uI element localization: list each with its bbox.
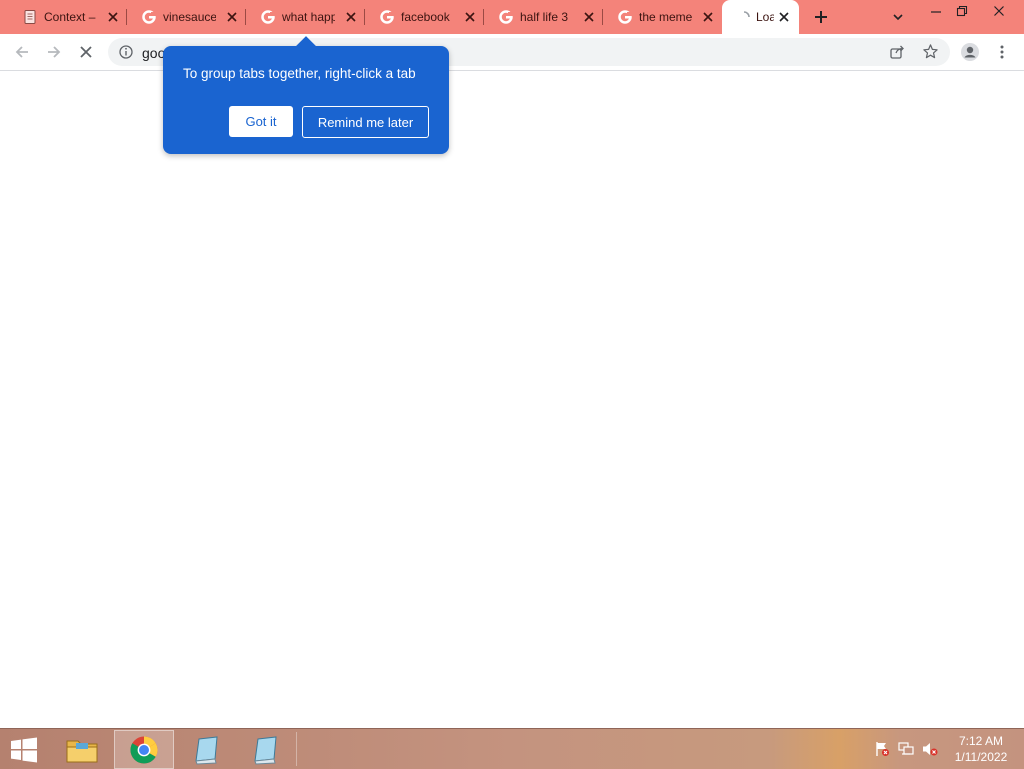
browser-toolbar: goo <box>0 34 1024 71</box>
google-icon <box>261 10 275 24</box>
arrow-right-icon <box>48 46 61 58</box>
close-icon[interactable] <box>460 7 480 27</box>
tab-title: half life 3 <box>520 10 569 24</box>
more-vert-icon <box>1000 45 1004 59</box>
chrome-icon <box>130 736 158 764</box>
google-icon <box>380 10 394 24</box>
close-icon <box>994 6 1004 16</box>
taskbar-clock[interactable]: 7:12 AM 1/11/2022 <box>950 733 1012 765</box>
tab-facebook[interactable]: facebook <box>365 0 484 34</box>
taskbar-notepad[interactable] <box>235 730 295 769</box>
tab-title: vinesauce <box>163 10 216 24</box>
tab-the-meme[interactable]: the meme <box>603 0 722 34</box>
taskbar: 7:12 AM 1/11/2022 <box>0 728 1024 769</box>
google-icon <box>618 10 632 24</box>
avatar-icon <box>961 43 979 61</box>
clock-date: 1/11/2022 <box>954 750 1008 764</box>
tab-vinesauce[interactable]: vinesauce <box>127 0 246 34</box>
taskbar-divider <box>296 732 297 766</box>
network-icon[interactable] <box>898 741 914 757</box>
taskbar-notepad[interactable] <box>176 730 236 769</box>
minimize-icon <box>931 11 941 13</box>
close-icon[interactable] <box>341 7 361 27</box>
close-icon[interactable] <box>579 7 599 27</box>
forward-button[interactable] <box>40 38 68 66</box>
restore-button[interactable] <box>945 0 979 22</box>
got-it-button[interactable]: Got it <box>229 106 293 137</box>
tab-title: the meme <box>639 10 692 24</box>
google-icon <box>499 10 513 24</box>
bookmark-star-icon[interactable] <box>922 43 939 60</box>
close-icon[interactable] <box>103 7 123 27</box>
taskbar-file-explorer[interactable] <box>52 730 112 769</box>
remind-me-later-button[interactable]: Remind me later <box>302 106 429 138</box>
close-icon[interactable] <box>698 7 718 27</box>
close-icon[interactable] <box>222 7 242 27</box>
tab-context[interactable]: Context – <box>8 0 127 34</box>
share-icon[interactable] <box>889 44 905 60</box>
windows-logo-icon <box>11 737 37 762</box>
loading-icon <box>743 11 750 18</box>
document-icon <box>24 10 36 24</box>
plus-icon <box>815 11 827 23</box>
tab-title: Loa <box>756 10 774 24</box>
action-center-flag-icon[interactable] <box>874 741 890 757</box>
notepad-icon <box>254 735 277 765</box>
clock-time: 7:12 AM <box>958 734 1004 748</box>
promo-message: To group tabs together, right-click a ta… <box>183 66 416 81</box>
menu-button[interactable] <box>988 38 1016 66</box>
tab-loading-active[interactable]: Loa <box>722 0 799 34</box>
folder-icon <box>66 740 98 762</box>
restore-icon <box>956 5 968 17</box>
page-content <box>0 71 1024 728</box>
notepad-icon <box>195 735 218 765</box>
chevron-down-icon <box>893 14 903 21</box>
address-bar-text[interactable]: goo <box>142 45 165 61</box>
tab-group-promo-bubble: To group tabs together, right-click a ta… <box>163 36 449 154</box>
tab-title: facebook <box>401 10 450 24</box>
google-icon <box>142 10 156 24</box>
tab-title: Context – <box>44 10 96 24</box>
stop-loading-button[interactable] <box>72 38 100 66</box>
tab-half-life-3[interactable]: half life 3 <box>484 0 603 34</box>
new-tab-button[interactable] <box>809 5 833 29</box>
profile-button[interactable] <box>956 38 984 66</box>
volume-muted-icon[interactable] <box>922 741 938 757</box>
tab-what-happ[interactable]: what happ <box>246 0 365 34</box>
close-window-button[interactable] <box>982 0 1016 22</box>
start-button[interactable] <box>0 730 48 769</box>
arrow-left-icon <box>15 46 28 58</box>
back-button[interactable] <box>8 38 36 66</box>
tab-strip: Context – vinesauce what happ facebook h… <box>0 0 1024 34</box>
close-icon[interactable] <box>774 7 794 27</box>
tab-title: what happ <box>282 10 335 24</box>
taskbar-chrome[interactable] <box>114 730 174 769</box>
info-icon[interactable] <box>118 44 134 60</box>
stop-icon <box>80 46 92 58</box>
tab-search-button[interactable] <box>886 5 910 29</box>
